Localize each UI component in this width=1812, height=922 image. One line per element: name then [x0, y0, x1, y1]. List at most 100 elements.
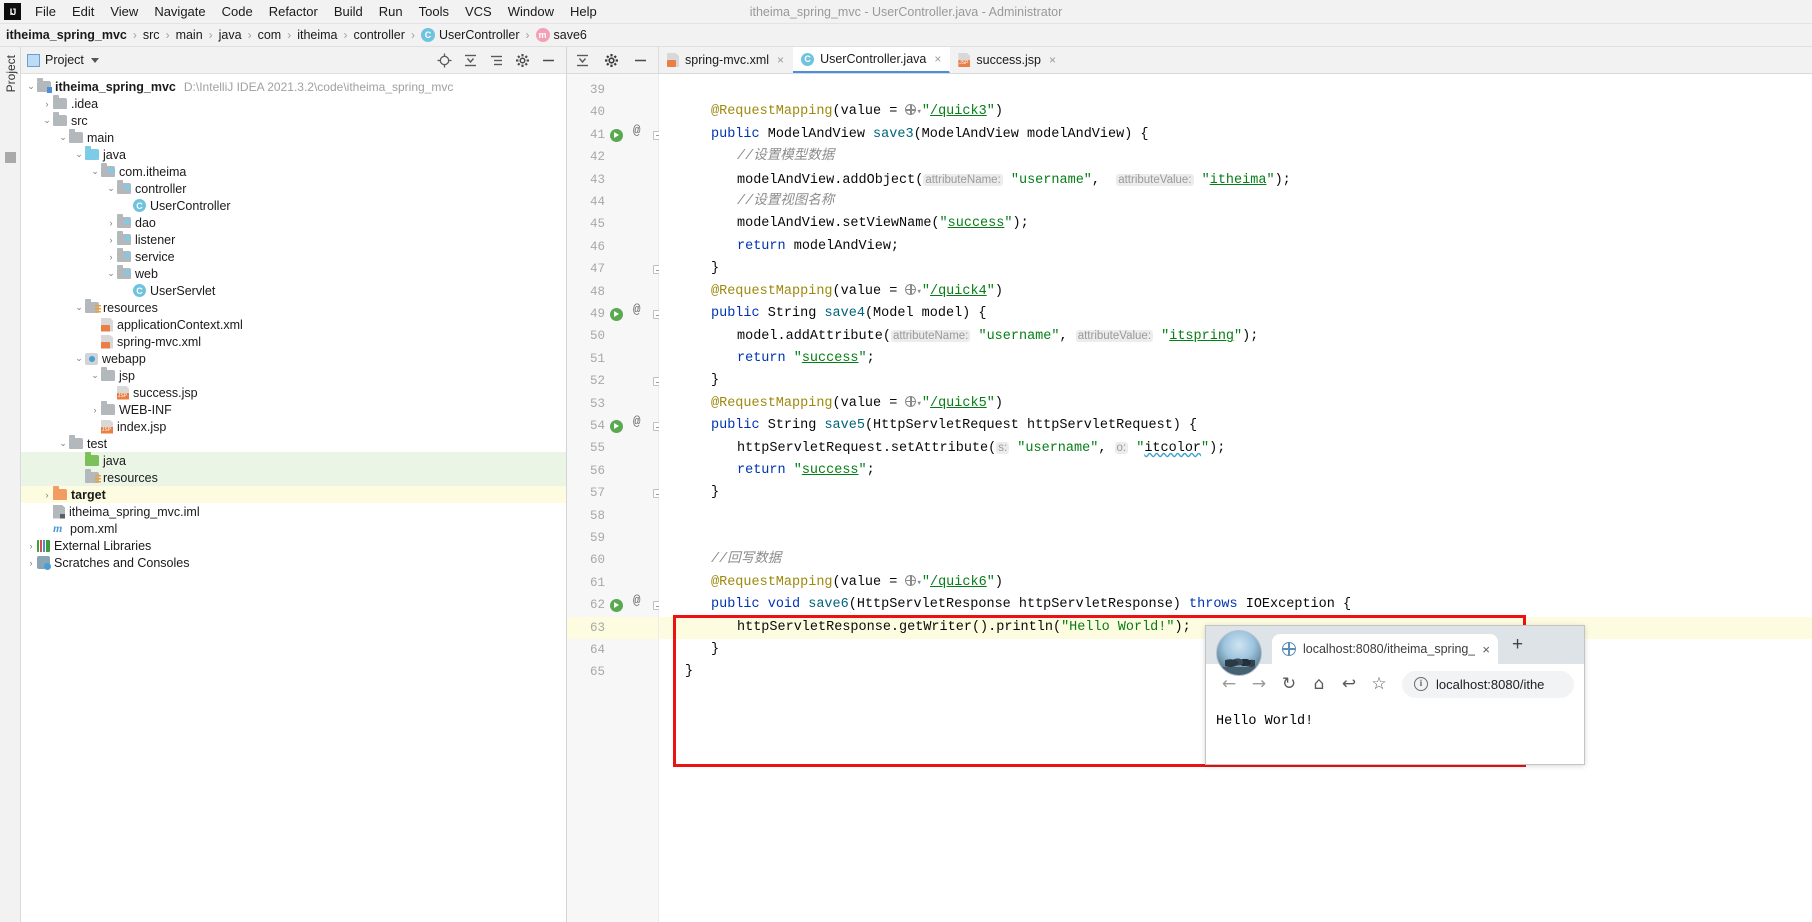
address-bar[interactable]: i localhost:8080/ithe [1402, 670, 1574, 698]
close-icon[interactable]: × [777, 53, 784, 67]
tree-item-controller[interactable]: ⌄ controller [21, 180, 566, 197]
chevron-down-icon[interactable]: ⌄ [57, 438, 69, 449]
run-gutter-icon[interactable] [610, 128, 623, 142]
tree-item-service[interactable]: › service [21, 248, 566, 265]
expand-icon[interactable] [489, 53, 504, 68]
run-gutter-icon[interactable] [610, 599, 623, 613]
annotation-gutter-icon[interactable]: @ [633, 303, 641, 317]
chevron-down-icon[interactable]: ⌄ [57, 132, 69, 143]
gear-icon[interactable] [515, 53, 530, 68]
menu-item-navigate[interactable]: Navigate [146, 2, 213, 21]
bookmark-button[interactable]: ☆ [1364, 674, 1394, 694]
chevron-down-icon[interactable]: ⌄ [105, 268, 117, 279]
new-tab-button[interactable]: + [1512, 634, 1523, 656]
tree-item-target[interactable]: › target [21, 486, 566, 503]
chevron-down-icon[interactable] [90, 57, 99, 63]
tree-item-scratches-and-consoles[interactable]: › Scratches and Consoles [21, 554, 566, 571]
menu-item-window[interactable]: Window [500, 2, 562, 21]
tree-item-pom-xml[interactable]: m pom.xml [21, 520, 566, 537]
tree-item-web-inf[interactable]: › WEB-INF [21, 401, 566, 418]
tree-item-src[interactable]: ⌄ src [21, 112, 566, 129]
tree-item-index-jsp[interactable]: index.jsp [21, 418, 566, 435]
close-icon[interactable]: × [1049, 53, 1056, 67]
tree-item-itheima-spring-mvc-iml[interactable]: itheima_spring_mvc.iml [21, 503, 566, 520]
history-button[interactable]: ↩ [1334, 674, 1364, 694]
globe-icon[interactable] [905, 104, 917, 116]
tree-item-webapp[interactable]: ⌄ webapp [21, 350, 566, 367]
structure-icon[interactable] [4, 152, 16, 164]
tree-item-applicationcontext-xml[interactable]: applicationContext.xml [21, 316, 566, 333]
menu-item-tools[interactable]: Tools [411, 2, 457, 21]
annotation-gutter-icon[interactable]: @ [633, 124, 641, 138]
globe-icon[interactable] [905, 283, 917, 295]
breadcrumb-item-java[interactable]: java [219, 28, 242, 42]
back-button[interactable]: ← [1214, 674, 1244, 694]
tree-item-itheima-spring-mvc[interactable]: ⌄ itheima_spring_mvc D:\IntelliJ IDEA 2021… [21, 78, 566, 95]
tree-item-resources[interactable]: resources [21, 469, 566, 486]
tree-item-web[interactable]: ⌄ web [21, 265, 566, 282]
tree-item-java[interactable]: ⌄ java [21, 146, 566, 163]
close-icon[interactable]: × [934, 52, 941, 66]
tree-item-external-libraries[interactable]: › External Libraries [21, 537, 566, 554]
tree-item-spring-mvc-xml[interactable]: spring-mvc.xml [21, 333, 566, 350]
editor-tab-spring-mvc-xml[interactable]: spring-mvc.xml × [659, 47, 793, 73]
tree-item-userservlet[interactable]: C UserServlet [21, 282, 566, 299]
chevron-right-icon[interactable]: › [41, 99, 53, 109]
gear-icon[interactable] [604, 53, 619, 68]
menu-item-view[interactable]: View [102, 2, 146, 21]
minimize-icon[interactable] [633, 53, 648, 68]
chevron-right-icon[interactable]: › [105, 218, 117, 228]
tree-item-usercontroller[interactable]: C UserController [21, 197, 566, 214]
chevron-down-icon[interactable]: ⌄ [73, 149, 85, 160]
chevron-right-icon[interactable]: › [105, 235, 117, 245]
tree-item-test[interactable]: ⌄ test [21, 435, 566, 452]
tree-item-dao[interactable]: › dao [21, 214, 566, 231]
menu-item-code[interactable]: Code [214, 2, 261, 21]
tree-item-resources[interactable]: ⌄ resources [21, 299, 566, 316]
collapse-all-icon[interactable] [463, 53, 478, 68]
chevron-right-icon[interactable]: › [25, 558, 37, 568]
reload-button[interactable]: ↻ [1274, 674, 1304, 694]
chevron-down-icon[interactable]: ⌄ [89, 370, 101, 381]
tree-item-main[interactable]: ⌄ main [21, 129, 566, 146]
run-gutter-icon[interactable] [610, 308, 623, 321]
annotation-gutter-icon[interactable]: @ [633, 415, 641, 429]
globe-icon[interactable] [905, 395, 917, 407]
chevron-right-icon[interactable]: › [89, 405, 101, 415]
breadcrumb-item-save6[interactable]: m save6 [535, 28, 587, 42]
chevron-right-icon[interactable]: › [105, 252, 117, 262]
chevron-right-icon[interactable]: › [25, 541, 37, 551]
menu-item-run[interactable]: Run [371, 2, 411, 21]
locate-icon[interactable] [437, 53, 452, 68]
editor-tab-success-jsp[interactable]: success.jsp × [950, 47, 1065, 73]
breadcrumb-item-main[interactable]: main [176, 28, 203, 42]
menu-item-help[interactable]: Help [562, 2, 605, 21]
chevron-down-icon[interactable]: ⌄ [89, 166, 101, 177]
run-gutter-icon[interactable] [610, 420, 623, 433]
forward-button[interactable]: → [1244, 674, 1274, 694]
hide-panel-icon[interactable] [541, 53, 556, 68]
breadcrumb-item-itheima-spring-mvc[interactable]: itheima_spring_mvc [6, 28, 127, 42]
menu-item-refactor[interactable]: Refactor [261, 2, 326, 21]
expand-all-icon[interactable] [575, 53, 590, 68]
close-icon[interactable]: × [1482, 642, 1490, 657]
breadcrumb-item-com[interactable]: com [258, 28, 282, 42]
chevron-down-icon[interactable]: ⌄ [41, 115, 53, 126]
menu-item-vcs[interactable]: VCS [457, 2, 500, 21]
tree-item-listener[interactable]: › listener [21, 231, 566, 248]
chevron-down-icon[interactable]: ⌄ [73, 353, 85, 364]
tree-item-jsp[interactable]: ⌄ jsp [21, 367, 566, 384]
chevron-down-icon[interactable]: ⌄ [73, 302, 85, 313]
annotation-gutter-icon[interactable]: @ [633, 594, 641, 608]
breadcrumb-item-usercontroller[interactable]: C UserController [420, 28, 520, 42]
tree-item-success-jsp[interactable]: success.jsp [21, 384, 566, 401]
browser-tab[interactable]: localhost:8080/itheima_spring_ × [1272, 634, 1498, 664]
menu-item-file[interactable]: File [27, 2, 64, 21]
home-button[interactable]: ⌂ [1304, 674, 1334, 694]
chevron-right-icon[interactable]: › [41, 490, 53, 500]
globe-icon[interactable] [905, 574, 917, 586]
tree-item--idea[interactable]: › .idea [21, 95, 566, 112]
tree-item-java[interactable]: java [21, 452, 566, 469]
menu-item-build[interactable]: Build [326, 2, 371, 21]
chevron-down-icon[interactable]: ⌄ [25, 81, 37, 92]
